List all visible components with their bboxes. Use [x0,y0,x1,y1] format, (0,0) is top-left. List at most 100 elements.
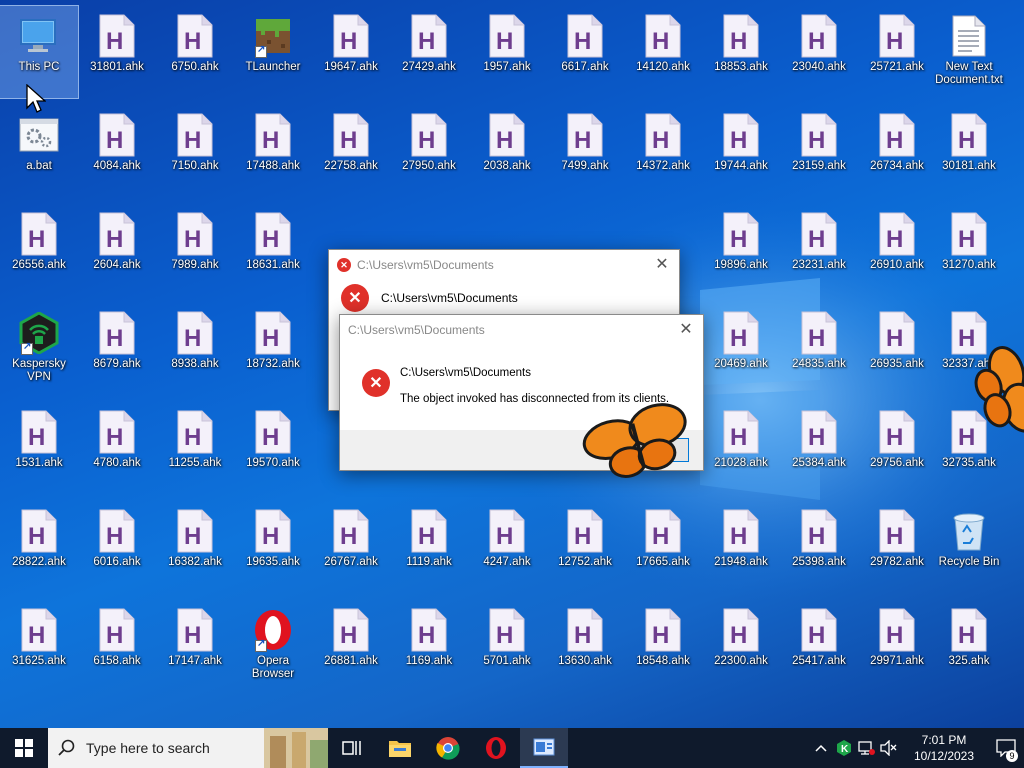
desktop-icon[interactable]: New Text Document.txt [930,6,1008,98]
desktop-icon[interactable]: H 27429.ahk [390,6,468,98]
desktop-icon[interactable]: H 12752.ahk [546,501,624,593]
desktop-icon[interactable]: H 30181.ahk [930,105,1008,197]
tray-clock[interactable]: 7:01 PM 10/12/2023 [900,728,988,768]
desktop-icon[interactable]: H 6617.ahk [546,6,624,98]
task-view-button[interactable] [328,728,376,768]
taskbar-chrome[interactable] [424,728,472,768]
ahk-file-icon: H [723,509,759,553]
desktop-icon[interactable]: H 19570.ahk [234,402,312,494]
desktop-icon-label: 8679.ahk [93,358,141,370]
desktop-icon-label: 20469.ahk [714,358,768,370]
desktop-icon[interactable]: H 1531.ahk [0,402,78,494]
desktop-icon[interactable]: Recycle Bin [930,501,1008,593]
windows-logo-icon [15,739,33,757]
desktop[interactable]: This PC H 31801.ahk H 6750.ahk TLauncher H 1964… [0,0,1024,728]
desktop-icon[interactable]: H 25721.ahk [858,6,936,98]
desktop-icon[interactable]: H 31625.ahk [0,600,78,692]
desktop-icon-image: H [19,410,59,454]
desktop-icon[interactable]: H 1957.ahk [468,6,546,98]
dialog-titlebar[interactable]: C:\Users\vm5\Documents [340,315,703,345]
desktop-icon[interactable]: H 21948.ahk [702,501,780,593]
dialog-close-button[interactable]: ✕ [675,320,697,340]
desktop-icon[interactable]: H 4247.ahk [468,501,546,593]
desktop-icon[interactable]: H 19896.ahk [702,204,780,296]
dialog-back-close-button[interactable]: ✕ [651,255,673,275]
desktop-icon[interactable]: H 27950.ahk [390,105,468,197]
desktop-icon[interactable]: H 22758.ahk [312,105,390,197]
desktop-icon[interactable]: H 26910.ahk [858,204,936,296]
desktop-icon-label: 6016.ahk [93,556,141,568]
desktop-icon[interactable]: H 26935.ahk [858,303,936,395]
action-center-button[interactable]: 9 [988,728,1024,768]
desktop-icon[interactable]: H 29782.ahk [858,501,936,593]
desktop-icon[interactable]: H 13630.ahk [546,600,624,692]
desktop-icon[interactable]: H 23159.ahk [780,105,858,197]
desktop-icon[interactable]: H 26556.ahk [0,204,78,296]
desktop-icon[interactable]: H 17665.ahk [624,501,702,593]
desktop-icon[interactable]: H 7499.ahk [546,105,624,197]
desktop-icon[interactable]: H 4780.ahk [78,402,156,494]
desktop-icon[interactable]: H 28822.ahk [0,501,78,593]
desktop-icon[interactable]: H 19744.ahk [702,105,780,197]
desktop-icon[interactable]: H 25417.ahk [780,600,858,692]
desktop-icon[interactable]: H 6016.ahk [78,501,156,593]
desktop-icon[interactable]: H 26734.ahk [858,105,936,197]
desktop-icon[interactable]: H 4084.ahk [78,105,156,197]
desktop-icon[interactable]: H 7150.ahk [156,105,234,197]
desktop-icon[interactable]: Kaspersky VPN [0,303,78,395]
desktop-icon[interactable]: H 2038.ahk [468,105,546,197]
desktop-icon[interactable]: H 19635.ahk [234,501,312,593]
desktop-icon[interactable]: H 1119.ahk [390,501,468,593]
desktop-icon[interactable]: H 6750.ahk [156,6,234,98]
desktop-icon[interactable]: H 18548.ahk [624,600,702,692]
tray-volume[interactable] [878,728,900,768]
desktop-icon[interactable]: H 31270.ahk [930,204,1008,296]
desktop-icon[interactable]: H 17488.ahk [234,105,312,197]
desktop-icon[interactable]: H 16382.ahk [156,501,234,593]
desktop-icon[interactable]: H 1169.ahk [390,600,468,692]
desktop-icon[interactable]: H 18631.ahk [234,204,312,296]
taskbar-active-app[interactable] [520,728,568,768]
desktop-icon[interactable]: H 24835.ahk [780,303,858,395]
desktop-icon[interactable]: H 20469.ahk [702,303,780,395]
taskbar-search-box[interactable]: Type here to search [48,728,328,768]
desktop-icon[interactable]: H 29756.ahk [858,402,936,494]
desktop-icon[interactable]: H 8938.ahk [156,303,234,395]
desktop-icon[interactable]: H 18732.ahk [234,303,312,395]
desktop-icon[interactable]: TLauncher [234,6,312,98]
desktop-icon[interactable]: H 31801.ahk [78,6,156,98]
desktop-icon[interactable]: H 25398.ahk [780,501,858,593]
desktop-icon[interactable]: H 19647.ahk [312,6,390,98]
desktop-icon[interactable]: a.bat [0,105,78,197]
tray-kaspersky[interactable]: K [832,728,856,768]
desktop-icon[interactable]: H 2604.ahk [78,204,156,296]
desktop-icon[interactable]: H 7989.ahk [156,204,234,296]
taskbar-opera[interactable] [472,728,520,768]
desktop-icon[interactable]: H 17147.ahk [156,600,234,692]
desktop-icon[interactable]: H 25384.ahk [780,402,858,494]
desktop-icon[interactable]: H 14372.ahk [624,105,702,197]
desktop-icon[interactable]: H 26767.ahk [312,501,390,593]
desktop-icon[interactable]: H 26881.ahk [312,600,390,692]
start-button[interactable] [0,728,48,768]
desktop-icon[interactable]: H 22300.ahk [702,600,780,692]
dialog-back-titlebar[interactable]: ✕ C:\Users\vm5\Documents [329,250,679,280]
desktop-icon[interactable]: H 325.ahk [930,600,1008,692]
desktop-icon[interactable]: H 23231.ahk [780,204,858,296]
ahk-file-icon: H [567,608,603,652]
desktop-icon[interactable]: H 8679.ahk [78,303,156,395]
desktop-icon-label: 4780.ahk [93,457,141,469]
tray-network[interactable] [856,728,878,768]
desktop-icon[interactable]: H 6158.ahk [78,600,156,692]
desktop-icon[interactable]: Opera Browser [234,600,312,692]
desktop-icon[interactable]: H 18853.ahk [702,6,780,98]
desktop-icon[interactable]: H 11255.ahk [156,402,234,494]
desktop-icon[interactable]: H 23040.ahk [780,6,858,98]
taskbar-file-explorer[interactable] [376,728,424,768]
ahk-file-icon: H [255,311,291,355]
desktop-icon[interactable]: H 21028.ahk [702,402,780,494]
tray-overflow-chevron[interactable] [810,728,832,768]
desktop-icon[interactable]: H 29971.ahk [858,600,936,692]
desktop-icon[interactable]: H 14120.ahk [624,6,702,98]
desktop-icon[interactable]: H 5701.ahk [468,600,546,692]
